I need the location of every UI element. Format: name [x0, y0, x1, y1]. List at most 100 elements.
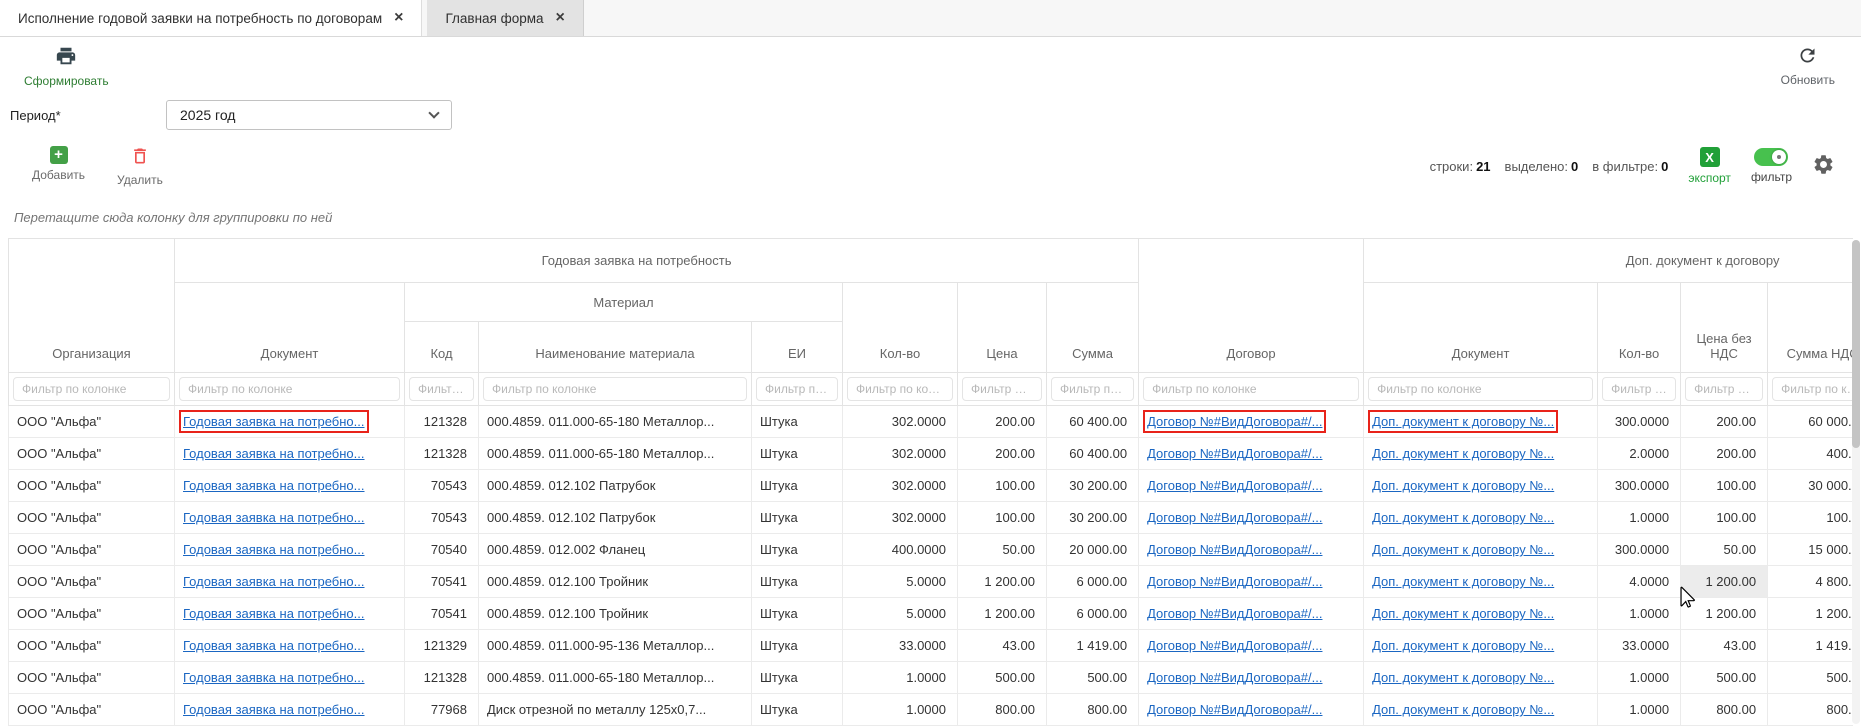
- cell-contract-doc-link[interactable]: Доп. документ к договору №...: [1372, 510, 1554, 525]
- generate-button[interactable]: Сформировать: [24, 45, 109, 88]
- cell-contract-link[interactable]: Договор №#ВидДоговора#/...: [1147, 542, 1322, 557]
- cell-document-link[interactable]: Годовая заявка на потребно...: [183, 542, 365, 557]
- cell-document-link[interactable]: Годовая заявка на потребно...: [183, 670, 365, 685]
- cell-contract-link[interactable]: Договор №#ВидДоговора#/...: [1147, 478, 1322, 493]
- filter-input-price[interactable]: [962, 377, 1042, 401]
- close-icon[interactable]: ×: [556, 10, 565, 26]
- filter-toggle[interactable]: [1754, 148, 1788, 166]
- column-header-qty[interactable]: Кол-во: [843, 283, 958, 373]
- cell-sum: 30 200.00: [1047, 470, 1139, 502]
- cell-document-link[interactable]: Годовая заявка на потребно...: [183, 510, 365, 525]
- cell-price: 1 200.00: [958, 598, 1047, 630]
- delete-button[interactable]: Удалить: [117, 146, 163, 187]
- column-header-sum[interactable]: Сумма: [1047, 283, 1139, 373]
- filter-input-document2[interactable]: [1368, 377, 1593, 401]
- filter-input-price2[interactable]: [1685, 377, 1763, 401]
- cell-contract-doc-link[interactable]: Доп. документ к договору №...: [1372, 638, 1554, 653]
- grid-body: ООО "Альфа" Годовая заявка на потребно...…: [9, 406, 1854, 726]
- refresh-icon: [1797, 45, 1818, 69]
- cell-contract-doc-link[interactable]: Доп. документ к договору №...: [1372, 606, 1554, 621]
- column-header-contract[interactable]: Договор: [1139, 239, 1364, 373]
- delete-button-label: Удалить: [117, 173, 163, 187]
- filter-input-qty[interactable]: [847, 377, 953, 401]
- cell-contract-doc-link[interactable]: Доп. документ к договору №...: [1372, 542, 1554, 557]
- cell-contract-doc-link[interactable]: Доп. документ к договору №...: [1372, 414, 1554, 429]
- filter-input-contract[interactable]: [1143, 377, 1359, 401]
- scrollbar-thumb[interactable]: [1852, 240, 1860, 448]
- cell-document-link[interactable]: Годовая заявка на потребно...: [183, 702, 365, 717]
- cell-unit: Штука: [752, 406, 843, 438]
- cell-contract-link[interactable]: Договор №#ВидДоговора#/...: [1147, 446, 1322, 461]
- column-header-unit[interactable]: ЕИ: [752, 322, 843, 373]
- gear-icon[interactable]: [1812, 153, 1835, 179]
- cell-contract-link[interactable]: Договор №#ВидДоговора#/...: [1147, 510, 1322, 525]
- cell-contract-doc-link[interactable]: Доп. документ к договору №...: [1372, 446, 1554, 461]
- column-header-sum2[interactable]: Сумма НДС: [1768, 283, 1853, 373]
- vertical-scrollbar[interactable]: [1852, 240, 1860, 724]
- cell-qty2: 2.0000: [1598, 438, 1681, 470]
- grid-toolbar: + Добавить Удалить строки:21 выделено:0 …: [0, 135, 1861, 197]
- column-header-price[interactable]: Цена: [958, 283, 1047, 373]
- filter-input-organization[interactable]: [13, 377, 170, 401]
- period-select[interactable]: 2025 год: [166, 100, 452, 130]
- tab-bar: Исполнение годовой заявки на потребность…: [0, 0, 1861, 37]
- cell-material-name: 000.4859. 012.002 Фланец: [479, 534, 752, 566]
- cell-unit: Штука: [752, 630, 843, 662]
- cell-price: 200.00: [958, 438, 1047, 470]
- cell-contract-doc-link[interactable]: Доп. документ к договору №...: [1372, 478, 1554, 493]
- cell-contract-link[interactable]: Договор №#ВидДоговора#/...: [1147, 606, 1322, 621]
- add-button-label: Добавить: [32, 168, 85, 182]
- cell-document-link[interactable]: Годовая заявка на потребно...: [183, 574, 365, 589]
- tab-annual-request-execution[interactable]: Исполнение годовой заявки на потребность…: [0, 0, 422, 36]
- cell-qty: 302.0000: [843, 470, 958, 502]
- cell-contract-link: Договор №#ВидДоговора#/...: [1139, 534, 1364, 566]
- cell-contract-link[interactable]: Договор №#ВидДоговора#/...: [1147, 574, 1322, 589]
- filter-toggle-block: фильтр: [1751, 148, 1792, 184]
- table-row: ООО "Альфа"Годовая заявка на потребно...…: [9, 598, 1854, 630]
- cell-organization: ООО "Альфа": [9, 470, 175, 502]
- column-header-document2[interactable]: Документ: [1364, 283, 1598, 373]
- column-header-qty2[interactable]: Кол-во: [1598, 283, 1681, 373]
- cell-price2: 100.00: [1681, 470, 1768, 502]
- cell-qty: 1.0000: [843, 694, 958, 726]
- cell-price2: 800.00: [1681, 694, 1768, 726]
- tab-main-form[interactable]: Главная форма ×: [427, 0, 583, 36]
- cell-contract-link: Договор №#ВидДоговора#/...: [1139, 662, 1364, 694]
- close-icon[interactable]: ×: [394, 10, 403, 26]
- export-button[interactable]: X экспорт: [1688, 147, 1731, 185]
- filter-cell: [843, 373, 958, 406]
- cell-contract-doc-link[interactable]: Доп. документ к договору №...: [1372, 702, 1554, 717]
- column-header-document[interactable]: Документ: [175, 283, 405, 373]
- column-header-material-name[interactable]: Наименование материала: [479, 322, 752, 373]
- band-annual-request: Годовая заявка на потребность: [175, 239, 1139, 283]
- cell-price: 800.00: [958, 694, 1047, 726]
- filter-input-unit[interactable]: [756, 377, 838, 401]
- group-panel[interactable]: Перетащите сюда колонку для группировки …: [0, 197, 1861, 238]
- column-header-price2[interactable]: Цена без НДС: [1681, 283, 1768, 373]
- filter-input-sum2[interactable]: [1772, 377, 1853, 401]
- cell-document-link[interactable]: Годовая заявка на потребно...: [183, 638, 365, 653]
- refresh-button[interactable]: Обновить: [1781, 45, 1835, 87]
- filter-input-document[interactable]: [179, 377, 400, 401]
- cell-document-link[interactable]: Годовая заявка на потребно...: [183, 606, 365, 621]
- cell-contract-link[interactable]: Договор №#ВидДоговора#/...: [1147, 702, 1322, 717]
- cell-contract-doc-link[interactable]: Доп. документ к договору №...: [1372, 574, 1554, 589]
- filter-input-sum[interactable]: [1051, 377, 1134, 401]
- band-material: Материал: [405, 283, 843, 322]
- column-header-code[interactable]: Код: [405, 322, 479, 373]
- filter-input-qty2[interactable]: [1602, 377, 1676, 401]
- table-row: ООО "Альфа"Годовая заявка на потребно...…: [9, 502, 1854, 534]
- cell-document-link[interactable]: Годовая заявка на потребно...: [183, 478, 365, 493]
- cell-contract-doc-link[interactable]: Доп. документ к договору №...: [1372, 670, 1554, 685]
- cell-contract-link[interactable]: Договор №#ВидДоговора#/...: [1147, 670, 1322, 685]
- column-header-organization[interactable]: Организация: [9, 239, 175, 373]
- add-button[interactable]: + Добавить: [32, 146, 85, 187]
- filter-input-code[interactable]: [409, 377, 474, 401]
- cell-qty2: 4.0000: [1598, 566, 1681, 598]
- cell-document-link[interactable]: Годовая заявка на потребно...: [183, 414, 365, 429]
- filter-input-material-name[interactable]: [483, 377, 747, 401]
- cell-contract-link[interactable]: Договор №#ВидДоговора#/...: [1147, 638, 1322, 653]
- cell-document-link[interactable]: Годовая заявка на потребно...: [183, 446, 365, 461]
- cell-contract-link[interactable]: Договор №#ВидДоговора#/...: [1147, 414, 1322, 429]
- cell-contract-doc-link: Доп. документ к договору №...: [1364, 502, 1598, 534]
